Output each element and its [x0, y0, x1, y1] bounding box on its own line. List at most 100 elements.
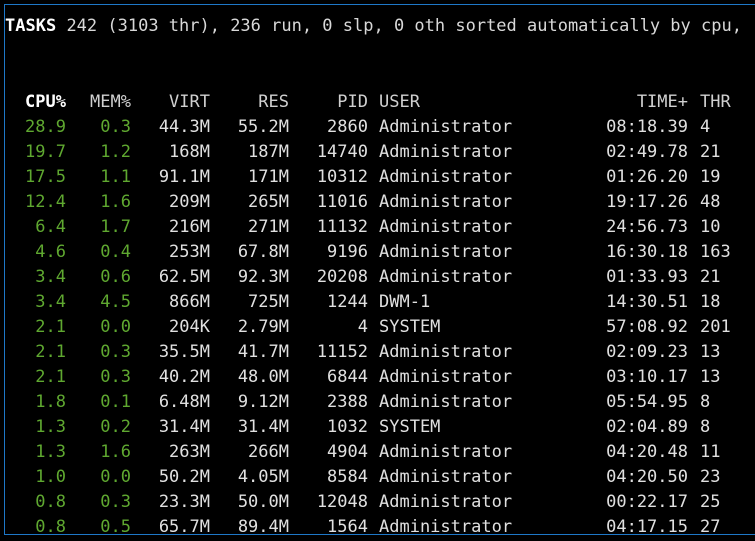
cell-user: Administrator	[379, 217, 513, 237]
tasks-summary-text: 242 (3103 thr), 236 run, 0 slp, 0 oth so…	[66, 16, 742, 36]
cell-cpu: 4.6	[35, 242, 66, 262]
process-row[interactable]: 1.3 1.6 263M 266M 4904 Administrator 04:20.48 1…	[0, 440, 755, 465]
cell-user: Administrator	[379, 467, 513, 487]
process-row[interactable]: 28.9 0.3 44.3M 55.2M 2860 Administrator 08:18.…	[0, 115, 755, 140]
cell-virt: 168M	[169, 142, 210, 162]
cell-thr: 11	[700, 442, 721, 462]
cell-cpu: 19.7	[25, 142, 66, 162]
cell-mem: 1.2	[100, 142, 131, 162]
cell-user: Administrator	[379, 192, 513, 212]
cell-pid: 2388	[327, 392, 368, 412]
cell-thr: 48	[700, 192, 721, 212]
cell-time: 01:33.93	[606, 267, 688, 287]
cell-mem: 0.6	[100, 267, 131, 287]
cell-user: Administrator	[379, 367, 513, 387]
process-row[interactable]: 3.4 4.5 866M 725M 1244 DWM-1 14:30.51 18	[0, 290, 755, 315]
column-thr[interactable]: THR	[700, 90, 755, 114]
column-mem[interactable]: MEM%	[68, 90, 131, 114]
cell-pid: 8584	[327, 467, 368, 487]
cell-res: 41.7M	[237, 342, 289, 362]
cell-pid: 6844	[327, 367, 368, 387]
column-time[interactable]: TIME+	[560, 90, 688, 114]
column-cpu[interactable]: CPU%	[0, 90, 66, 114]
cell-virt: 253M	[169, 242, 210, 262]
process-row[interactable]: 2.1 0.3 40.2M 48.0M 6844 Administrator 03:10.1…	[0, 365, 755, 390]
cell-cpu: 12.4	[25, 192, 66, 212]
cell-user: Administrator	[379, 242, 513, 262]
cell-time: 02:49.78	[606, 142, 688, 162]
cell-cpu: 1.0	[35, 467, 66, 487]
cell-thr: 10	[700, 217, 721, 237]
process-row[interactable]: 6.4 1.7 216M 271M 11132 Administrator 24:56.73…	[0, 215, 755, 240]
cell-cpu: 3.4	[35, 292, 66, 312]
cell-thr: 21	[700, 267, 721, 287]
cell-pid: 11016	[316, 192, 368, 212]
cell-pid: 11132	[316, 217, 368, 237]
cell-thr: 19	[700, 167, 721, 187]
process-row[interactable]: 1.3 0.2 31.4M 31.4M 1032 SYSTEM 02:04.89 8	[0, 415, 755, 440]
cell-time: 08:18.39	[606, 117, 688, 137]
process-row[interactable]: 19.7 1.2 168M 187M 14740 Administrator 02:49.7…	[0, 140, 755, 165]
cell-user: Administrator	[379, 142, 513, 162]
column-user[interactable]: USER	[379, 90, 579, 114]
cell-virt: 263M	[169, 442, 210, 462]
cell-time: 57:08.92	[606, 317, 688, 337]
cell-res: 55.2M	[237, 117, 289, 137]
cell-virt: 50.2M	[158, 467, 210, 487]
cell-mem: 1.7	[100, 217, 131, 237]
cell-user: Administrator	[379, 492, 513, 512]
cell-user: SYSTEM	[379, 317, 441, 337]
cell-res: 4.05M	[237, 467, 289, 487]
process-row[interactable]: 1.8 0.1 6.48M 9.12M 2388 Administrator 05:54.9…	[0, 390, 755, 415]
cell-time: 03:10.17	[606, 367, 688, 387]
process-row[interactable]: 2.1 0.0 204K 2.79M 4 SYSTEM 57:08.92 201	[0, 315, 755, 340]
cell-res: 265M	[248, 192, 289, 212]
cell-cpu: 2.1	[35, 367, 66, 387]
cell-cpu: 2.1	[35, 317, 66, 337]
cell-time: 00:22.17	[606, 492, 688, 512]
column-pid[interactable]: PID	[291, 90, 368, 114]
cell-user: Administrator	[379, 267, 513, 287]
cell-pid: 14740	[316, 142, 368, 162]
process-row[interactable]: 17.5 1.1 91.1M 171M 10312 Administrator 01:26.…	[0, 165, 755, 190]
cell-thr: 13	[700, 342, 721, 362]
process-row[interactable]: 4.6 0.4 253M 67.8M 9196 Administrator 16:30.18…	[0, 240, 755, 265]
cell-user: SYSTEM	[379, 417, 441, 437]
cell-cpu: 0.8	[35, 492, 66, 512]
process-row[interactable]: 2.1 0.3 35.5M 41.7M 11152 Administrator 02:09.…	[0, 340, 755, 365]
cell-user: Administrator	[379, 167, 513, 187]
cell-mem: 0.4	[100, 242, 131, 262]
cell-mem: 0.5	[100, 517, 131, 537]
cell-res: 67.8M	[237, 242, 289, 262]
process-row[interactable]: 3.4 0.6 62.5M 92.3M 20208 Administrator 01:33.…	[0, 265, 755, 290]
cell-cpu: 1.3	[35, 417, 66, 437]
process-row[interactable]: 1.0 0.0 50.2M 4.05M 8584 Administrator 04:20.5…	[0, 465, 755, 490]
cell-mem: 4.5	[100, 292, 131, 312]
cell-time: 19:17.26	[606, 192, 688, 212]
cell-pid: 1564	[327, 517, 368, 537]
terminal[interactable]: TASKS 242 (3103 thr), 236 run, 0 slp, 0 …	[0, 0, 755, 541]
cell-cpu: 1.8	[35, 392, 66, 412]
tasks-summary: TASKS 242 (3103 thr), 236 run, 0 slp, 0 …	[5, 15, 742, 37]
cell-virt: 44.3M	[158, 117, 210, 137]
cell-mem: 0.2	[100, 417, 131, 437]
cell-res: 266M	[248, 442, 289, 462]
cell-pid: 1244	[327, 292, 368, 312]
cell-res: 171M	[248, 167, 289, 187]
cell-thr: 163	[700, 242, 731, 262]
process-row[interactable]: 12.4 1.6 209M 265M 11016 Administrator 19:17.2…	[0, 190, 755, 215]
cell-pid: 10312	[316, 167, 368, 187]
column-virt[interactable]: VIRT	[133, 90, 210, 114]
cell-thr: 201	[700, 317, 731, 337]
column-res[interactable]: RES	[212, 90, 289, 114]
cell-time: 02:09.23	[606, 342, 688, 362]
cell-virt: 40.2M	[158, 367, 210, 387]
cell-thr: 4	[700, 117, 711, 137]
cell-time: 24:56.73	[606, 217, 688, 237]
cell-pid: 4	[357, 317, 368, 337]
process-row[interactable]: 0.8 0.3 23.3M 50.0M 12048 Administrator 00:22.…	[0, 490, 755, 515]
cell-res: 48.0M	[237, 367, 289, 387]
process-row[interactable]: 0.8 0.5 65.7M 89.4M 1564 Administrator 04:17.1…	[0, 515, 755, 540]
cell-thr: 25	[700, 492, 721, 512]
cell-virt: 6.48M	[158, 392, 210, 412]
